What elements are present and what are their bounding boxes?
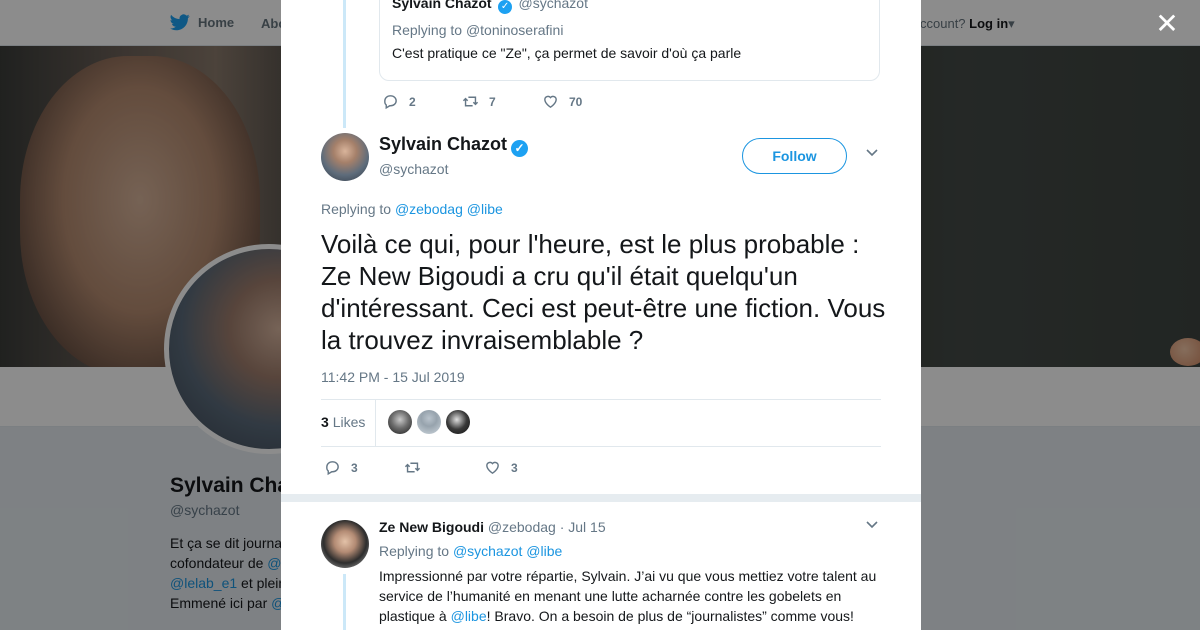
verified-icon: ✓ <box>511 140 529 157</box>
like-button[interactable]: 3 <box>484 459 564 476</box>
quoted-author-handle: @sychazot <box>518 0 588 11</box>
main-replying-to: Replying to @zebodag @libe <box>321 201 503 217</box>
reply-text: Impressionné par votre répartie, Sylvain… <box>379 566 884 626</box>
quoted-replying-to: Replying to @toninoserafini <box>392 22 867 38</box>
reply-mention-link[interactable]: @libe <box>451 608 487 624</box>
retweet-icon <box>404 462 421 473</box>
author-name-text: Sylvain Chazot <box>379 134 508 154</box>
tweet-actions: 3 3 <box>324 459 564 476</box>
replying-link[interactable]: @libe <box>526 543 562 559</box>
reply-icon <box>384 95 397 110</box>
like-count: 70 <box>569 94 583 109</box>
likes-summary[interactable]: 3 Likes <box>321 414 365 430</box>
quoted-tweet-card[interactable]: Sylvain Chazot ✓ @sychazot Replying to @… <box>379 0 880 81</box>
chevron-down-icon[interactable] <box>865 146 879 163</box>
thread-line <box>343 574 346 630</box>
reply-count: 2 <box>409 94 416 109</box>
reply-author-handle: @zebodag <box>487 519 556 535</box>
reply-count: 3 <box>351 460 358 475</box>
divider <box>321 446 881 447</box>
thread-line <box>343 0 346 128</box>
retweet-button[interactable]: 7 <box>462 93 542 110</box>
author-name[interactable]: Sylvain Chazot ✓ <box>379 134 530 157</box>
reply-button[interactable]: 2 <box>382 93 462 110</box>
divider <box>375 400 376 446</box>
replying-prefix: Replying to <box>392 22 466 38</box>
heart-icon <box>486 461 499 475</box>
like-count: 3 <box>511 460 518 475</box>
reply-author-avatar[interactable] <box>321 520 369 568</box>
tweet-timestamp[interactable]: 11:42 PM - 15 Jul 2019 <box>321 369 465 385</box>
likes-count: 3 <box>321 414 329 430</box>
tweet-modal: Sylvain Chazot ✓ @sychazot Replying to @… <box>281 0 921 630</box>
likes-label: Likes <box>332 414 366 430</box>
like-button[interactable]: 70 <box>542 93 622 110</box>
reply-button[interactable]: 3 <box>324 459 404 476</box>
replying-link[interactable]: @zebodag <box>395 201 463 217</box>
close-icon[interactable]: ✕ <box>1155 10 1179 38</box>
heart-icon <box>544 95 557 109</box>
retweet-icon <box>462 96 479 107</box>
divider <box>321 399 881 400</box>
quoted-tweet-text: C'est pratique ce "Ze", ça permet de sav… <box>392 45 742 61</box>
replying-prefix: Replying to <box>379 543 453 559</box>
reply-author-name: Ze New Bigoudi <box>379 519 484 535</box>
replying-link[interactable]: @libe <box>467 201 503 217</box>
liker-avatar[interactable] <box>388 410 412 434</box>
quoted-actions: 2 7 70 <box>382 93 622 110</box>
reply-date[interactable]: · Jul 15 <box>560 519 606 535</box>
follow-button[interactable]: Follow <box>742 138 847 174</box>
divider <box>281 494 921 502</box>
verified-icon: ✓ <box>498 0 513 14</box>
reply-icon <box>326 461 339 476</box>
tweet-text: Voilà ce qui, pour l'heure, est le plus … <box>321 229 886 355</box>
author-avatar[interactable] <box>321 133 369 181</box>
liker-avatar[interactable] <box>446 410 470 434</box>
reply-text-part: ! Bravo. On a besoin de plus de “journal… <box>486 608 854 624</box>
quoted-author-name: Sylvain Chazot <box>392 0 492 11</box>
liker-avatar[interactable] <box>417 410 441 434</box>
reply-replying-to: Replying to @sychazot @libe <box>379 543 562 559</box>
replying-link[interactable]: @sychazot <box>453 543 522 559</box>
replying-handle: @toninoserafini <box>465 22 564 38</box>
retweet-button[interactable] <box>404 459 484 476</box>
replying-prefix: Replying to <box>321 201 395 217</box>
chevron-down-icon[interactable] <box>865 518 879 535</box>
reply-author[interactable]: Ze New Bigoudi @zebodag · Jul 15 <box>379 519 606 535</box>
author-handle[interactable]: @sychazot <box>379 161 448 177</box>
retweet-count: 7 <box>489 94 496 109</box>
